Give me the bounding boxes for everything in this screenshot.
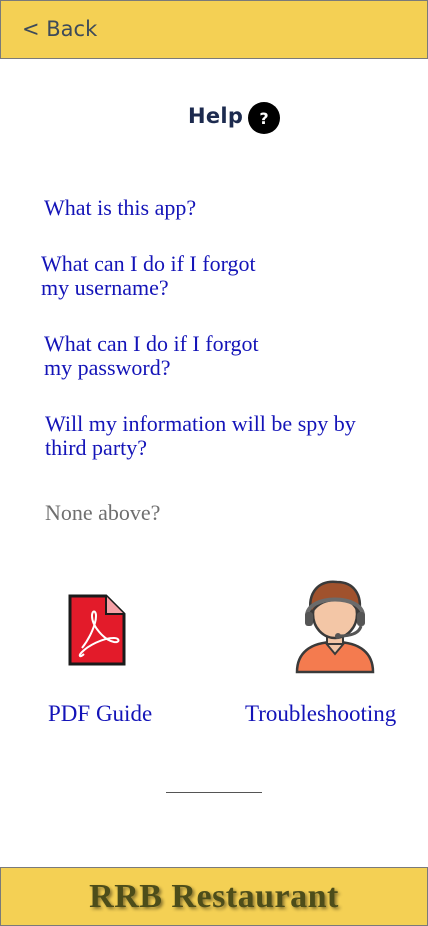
restaurant-name: RRB Restaurant	[89, 877, 339, 915]
faq-line: my password?	[44, 355, 171, 380]
question-icon: ?	[248, 102, 280, 134]
question-glyph: ?	[259, 108, 269, 128]
faq-line: Will my information will be spy by	[45, 411, 356, 436]
pdf-icon[interactable]	[68, 594, 126, 666]
pdf-guide-link[interactable]: PDF Guide	[48, 701, 152, 727]
troubleshooting-link[interactable]: Troubleshooting	[245, 701, 396, 727]
divider	[166, 792, 262, 793]
footer-bar: RRB Restaurant	[0, 867, 428, 926]
faq-item-what-is-app[interactable]: What is this app?	[44, 196, 196, 220]
page-title: Help	[188, 104, 244, 128]
none-above-link[interactable]: None above?	[45, 500, 160, 526]
top-bar: < Back	[0, 0, 428, 59]
faq-item-forgot-password[interactable]: What can I do if I forgot my password?	[44, 332, 259, 380]
faq-line: What can I do if I forgot	[41, 251, 256, 276]
customer-support-icon[interactable]	[293, 578, 377, 674]
back-button[interactable]: < Back	[22, 17, 97, 41]
faq-item-forgot-username[interactable]: What can I do if I forgot my username?	[41, 252, 256, 300]
faq-line: What can I do if I forgot	[44, 331, 259, 356]
faq-item-privacy[interactable]: Will my information will be spy by third…	[45, 412, 356, 460]
faq-line: third party?	[45, 435, 148, 460]
faq-line: What is this app?	[44, 195, 197, 220]
faq-line: my username?	[41, 275, 169, 300]
